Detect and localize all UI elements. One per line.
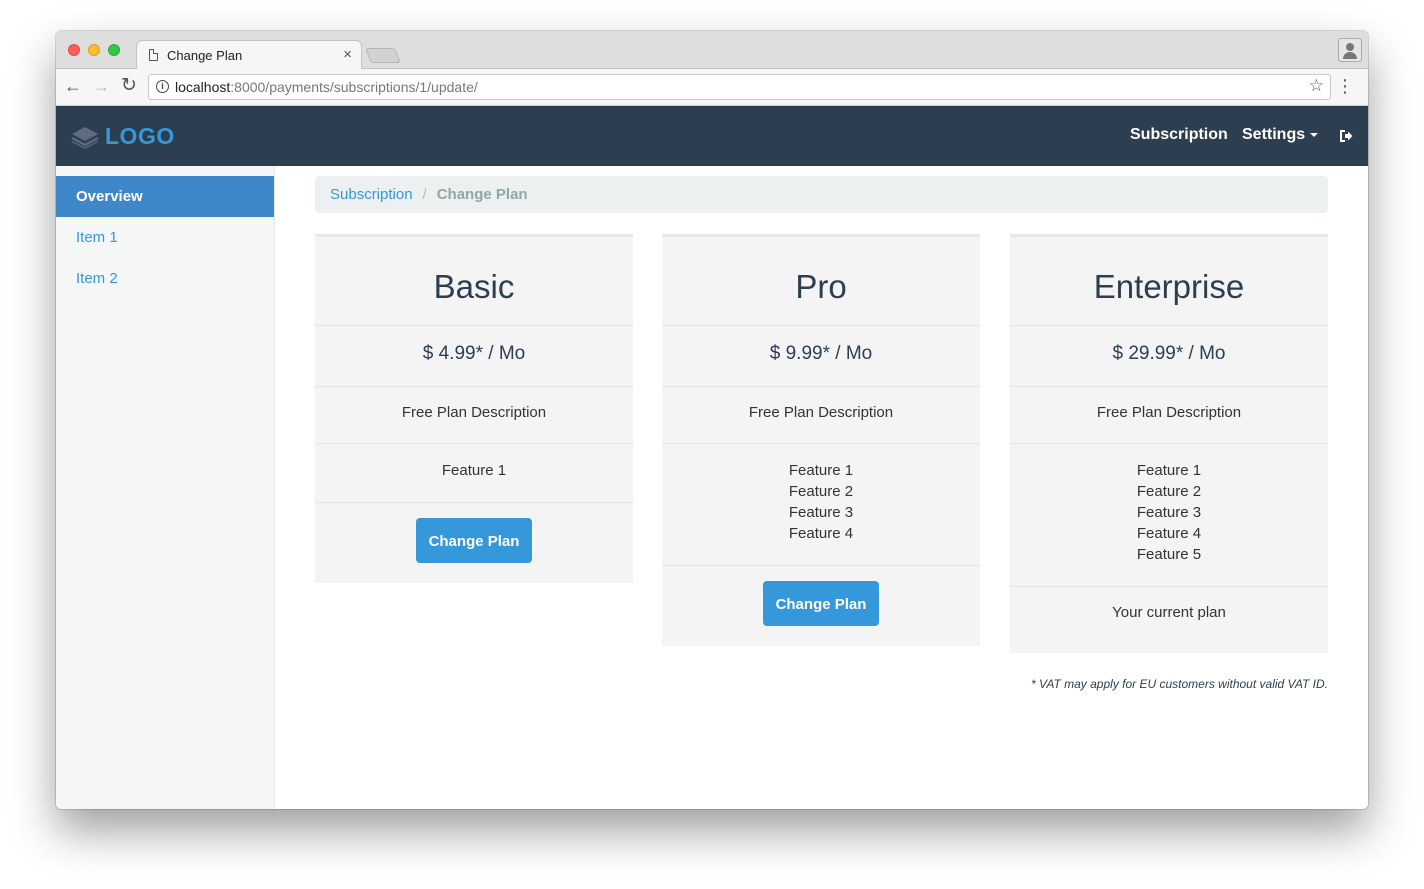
new-tab-button[interactable]: [365, 48, 401, 63]
plan-name: Enterprise: [1010, 237, 1328, 326]
plan-name: Pro: [662, 237, 980, 326]
nav-subscription-link[interactable]: Subscription: [1130, 126, 1228, 144]
feature-item: Feature 1: [441, 462, 507, 479]
tab-strip: Change Plan ×: [56, 31, 1368, 70]
plan-card-basic: Basic $ 4.99* / Mo Free Plan Description…: [315, 234, 633, 583]
logo-text[interactable]: LOGO: [105, 123, 175, 150]
breadcrumb-separator: /: [422, 186, 427, 203]
feature-item: Feature 5: [1136, 546, 1202, 563]
plan-features: Feature 1 Feature 2 Feature 3 Feature 4 …: [1010, 444, 1328, 587]
bookmark-star-icon[interactable]: ☆: [1309, 76, 1324, 96]
sidebar-item-2[interactable]: Item 2: [56, 258, 274, 299]
sidebar-item-1[interactable]: Item 1: [56, 217, 274, 258]
feature-item: Feature 4: [1136, 525, 1202, 542]
breadcrumb-subscription-link[interactable]: Subscription: [330, 186, 413, 203]
change-plan-button-pro[interactable]: Change Plan: [763, 581, 879, 626]
tab-title: Change Plan: [167, 48, 243, 63]
sidebar: Overview Item 1 Item 2: [56, 166, 275, 809]
plan-description: Free Plan Description: [1010, 387, 1328, 444]
app-navbar: LOGO Subscription Settings: [56, 106, 1368, 166]
minimize-window-button[interactable]: [88, 44, 100, 56]
plan-features: Feature 1: [315, 444, 633, 503]
forward-arrow-icon[interactable]: →: [92, 76, 110, 96]
feature-item: Feature 4: [788, 525, 854, 542]
feature-item: Feature 1: [788, 462, 854, 479]
feature-item: Feature 1: [1136, 462, 1202, 479]
nav-settings-label: Settings: [1242, 126, 1306, 143]
tab-close-icon[interactable]: ×: [343, 46, 352, 63]
plan-card-enterprise: Enterprise $ 29.99* / Mo Free Plan Descr…: [1010, 234, 1328, 653]
info-icon[interactable]: i: [156, 80, 169, 93]
browser-window: Change Plan × ← → ↻ i localhost:8000/pay…: [56, 31, 1368, 809]
plan-description: Free Plan Description: [315, 387, 633, 444]
breadcrumb: Subscription / Change Plan: [315, 176, 1328, 213]
plan-name: Basic: [315, 237, 633, 326]
breadcrumb-current: Change Plan: [436, 186, 528, 203]
feature-item: Feature 3: [788, 504, 854, 521]
plan-card-pro: Pro $ 9.99* / Mo Free Plan Description F…: [662, 234, 980, 646]
zoom-window-button[interactable]: [108, 44, 120, 56]
caret-down-icon: [1310, 132, 1319, 137]
change-plan-button-basic[interactable]: Change Plan: [416, 518, 532, 563]
plan-features: Feature 1 Feature 2 Feature 3 Feature 4: [662, 444, 980, 566]
url-host: localhost: [175, 79, 231, 95]
browser-toolbar: ← → ↻ i localhost:8000/payments/subscrip…: [56, 69, 1368, 106]
plan-action: Your current plan: [1010, 587, 1328, 653]
vat-footnote: * VAT may apply for EU customers without…: [1031, 677, 1328, 691]
sidebar-item-overview[interactable]: Overview: [56, 176, 274, 217]
close-window-button[interactable]: [68, 44, 80, 56]
plan-price: $ 9.99* / Mo: [662, 326, 980, 387]
nav-settings-dropdown[interactable]: Settings: [1242, 126, 1319, 144]
browser-tab[interactable]: Change Plan ×: [136, 40, 362, 70]
url-path: :8000/payments/subscriptions/1/update/: [230, 79, 478, 95]
reload-icon[interactable]: ↻: [121, 76, 137, 96]
feature-item: Feature 2: [1136, 483, 1202, 500]
plan-price: $ 29.99* / Mo: [1010, 326, 1328, 387]
plan-action: Change Plan: [662, 566, 980, 646]
page-icon: [149, 49, 158, 61]
back-arrow-icon[interactable]: ←: [64, 76, 82, 96]
browser-menu-icon[interactable]: ⋮: [1336, 76, 1354, 96]
sign-out-icon[interactable]: [1339, 129, 1353, 143]
feature-item: Feature 3: [1136, 504, 1202, 521]
logo-layers-icon: [71, 127, 99, 149]
current-plan-label: Your current plan: [1112, 604, 1226, 621]
plan-action: Change Plan: [315, 503, 633, 583]
feature-item: Feature 2: [788, 483, 854, 500]
address-bar[interactable]: i localhost:8000/payments/subscriptions/…: [148, 74, 1331, 100]
profile-icon[interactable]: [1338, 38, 1362, 62]
plan-price: $ 4.99* / Mo: [315, 326, 633, 387]
url-text: localhost:8000/payments/subscriptions/1/…: [175, 79, 478, 95]
plan-description: Free Plan Description: [662, 387, 980, 444]
